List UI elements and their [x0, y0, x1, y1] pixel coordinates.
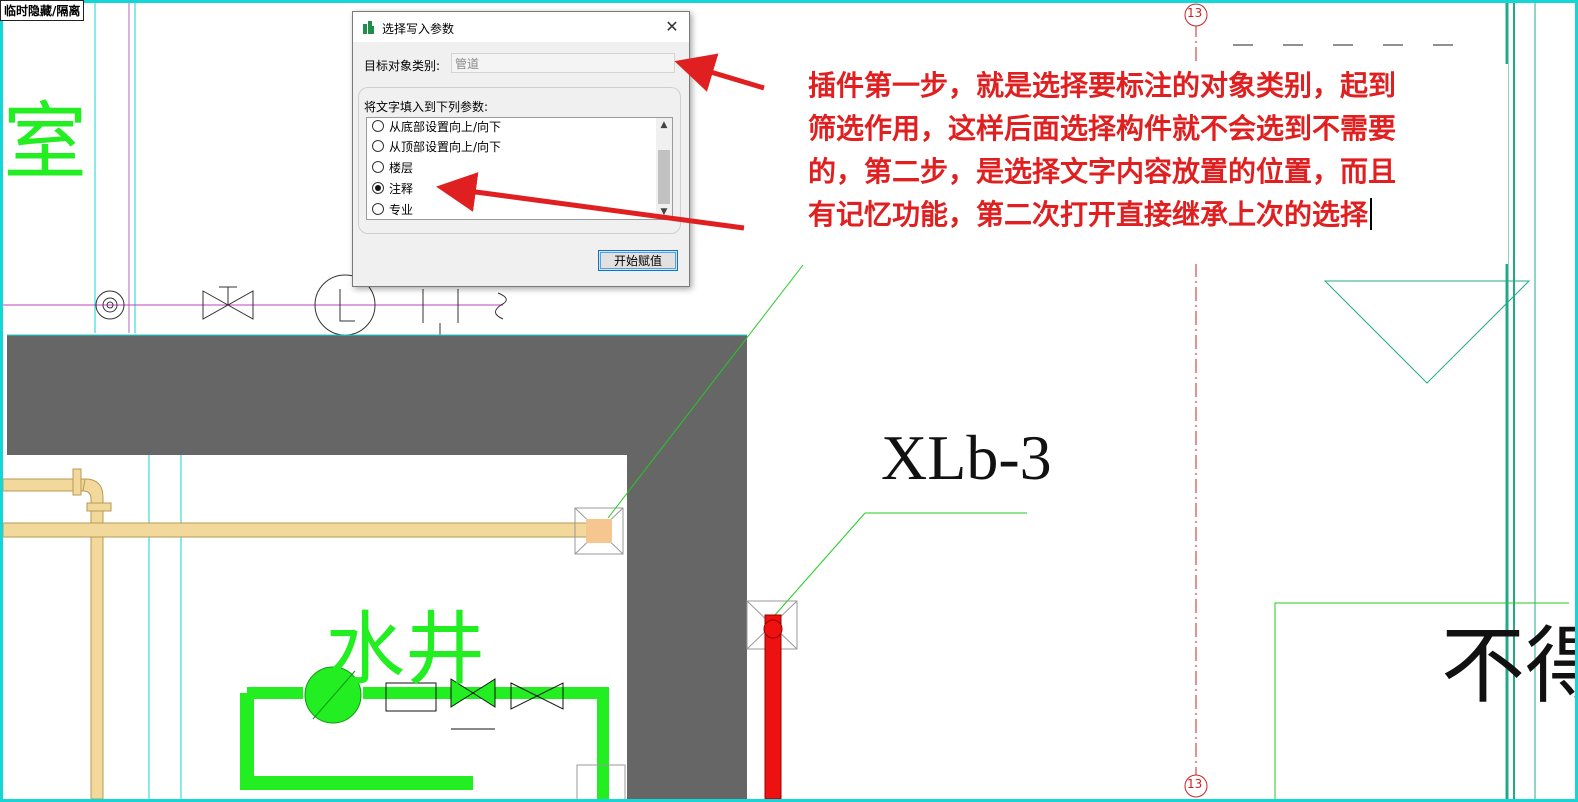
- annotation-line: 的，第二步，是选择文字内容放置的位置，而且: [808, 155, 1397, 188]
- arrow-to-option: [436, 172, 745, 231]
- tutorial-annotation: 插件第一步，就是选择要标注的对象类别，起到 筛选作用，这样后面选择构件就不会选到…: [808, 64, 1508, 264]
- annotation-line: 插件第一步，就是选择要标注的对象类别，起到: [808, 69, 1397, 102]
- text-cursor: [1370, 198, 1373, 230]
- annotation-line: 有记忆功能，第二次打开直接继承上次的选择: [808, 198, 1369, 231]
- annotation-line: 筛选作用，这样后面选择构件就不会选到不需要: [808, 112, 1397, 145]
- arrow-to-target: [674, 53, 765, 92]
